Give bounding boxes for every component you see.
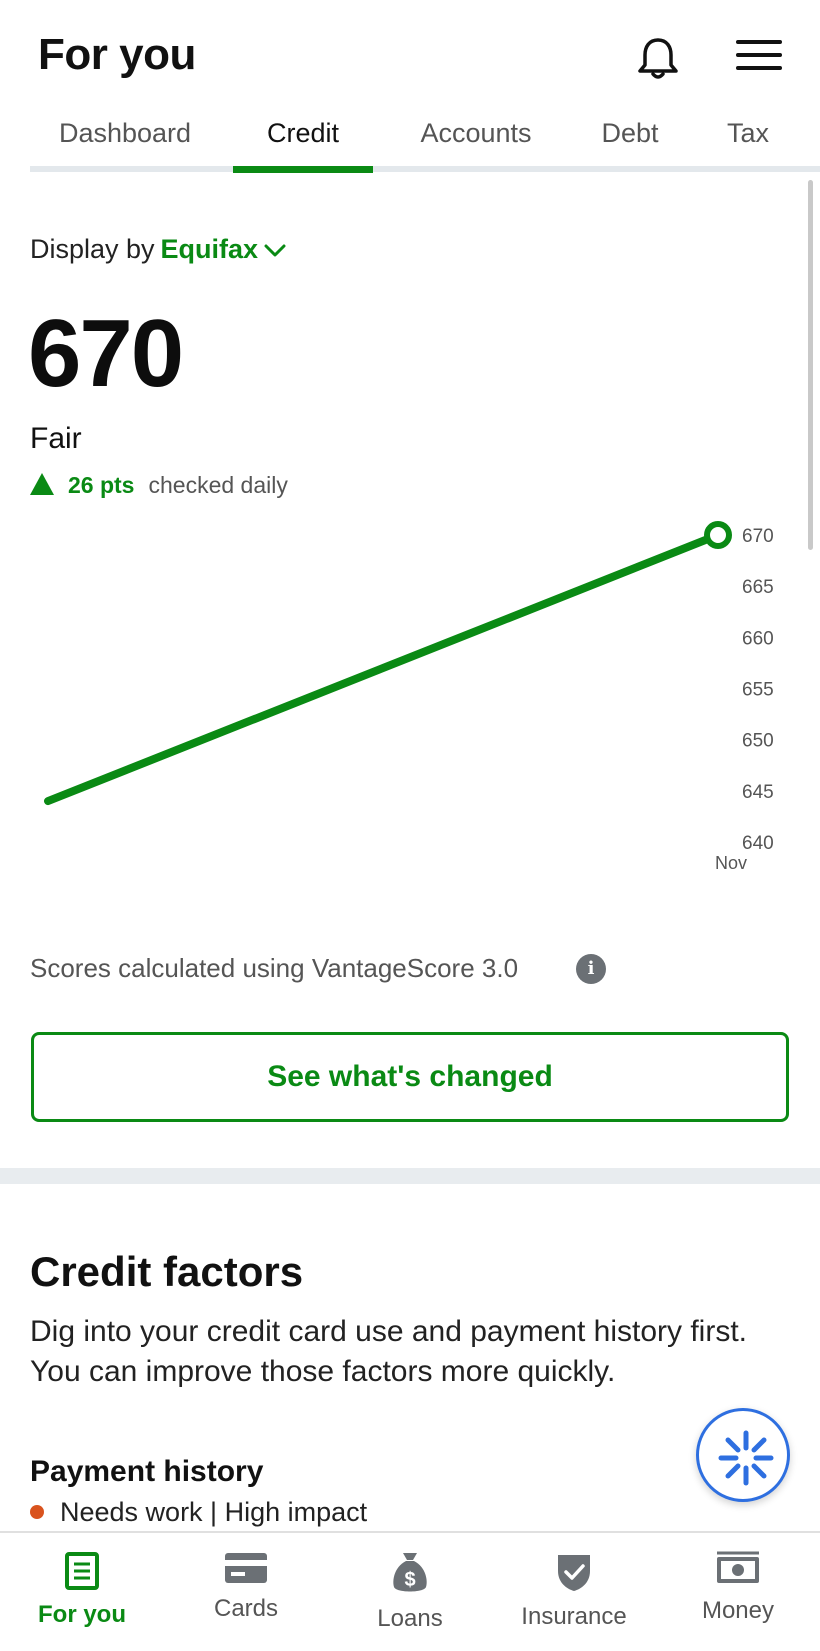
svg-text:$: $ <box>404 1569 415 1591</box>
document-icon <box>65 1552 99 1590</box>
info-icon[interactable]: i <box>576 954 606 984</box>
score-history-chart: 670 665 660 655 650 645 640Nov <box>44 521 774 873</box>
update-frequency: checked daily <box>148 472 288 498</box>
y-tick-label: 650 <box>742 731 774 752</box>
y-tick-label: 660 <box>742 628 774 649</box>
scoring-model-note: Scores calculated using VantageScore 3.0 <box>30 953 519 983</box>
factor-name-payment-history[interactable]: Payment history <box>30 1455 263 1489</box>
credit-factors-description: Dig into your credit card use and paymen… <box>30 1315 747 1388</box>
assistant-button[interactable] <box>696 1408 790 1502</box>
page-title: For you <box>38 30 196 79</box>
chevron-down-icon[interactable] <box>264 244 286 258</box>
factor-status-text: Needs work | High impact <box>60 1497 368 1527</box>
nav-insurance[interactable]: Insurance <box>492 1543 656 1643</box>
nav-label-money: Money <box>701 1597 775 1624</box>
nav-label-cards: Cards <box>213 1595 279 1622</box>
credit-card-icon <box>225 1553 267 1583</box>
tab-debt[interactable]: Debt <box>580 108 680 172</box>
nav-for-you[interactable]: For you <box>0 1543 164 1643</box>
app-header: For you Dashboard Credit Accounts Debt T… <box>0 0 820 176</box>
y-tick-label: 655 <box>742 680 774 701</box>
score-change-row: 26 pts checked daily <box>30 472 288 499</box>
section-divider <box>0 1168 820 1184</box>
sparkle-icon <box>718 1430 774 1486</box>
nav-label-loans: Loans <box>377 1605 443 1632</box>
bureau-name[interactable]: Equifax <box>161 234 259 264</box>
hamburger-menu-icon[interactable] <box>736 40 782 76</box>
tab-accounts[interactable]: Accounts <box>396 108 556 172</box>
y-tick-label: 670 <box>742 526 774 547</box>
scrollbar[interactable] <box>808 180 813 550</box>
bottom-nav: For you Cards $ Loans Insurance Money <box>0 1531 820 1651</box>
y-tick-label: 640 <box>742 833 774 854</box>
x-tick-label: Nov <box>715 853 747 873</box>
nav-label-insurance: Insurance <box>521 1603 627 1630</box>
nav-cards[interactable]: Cards <box>164 1543 328 1643</box>
tab-bar: Dashboard Credit Accounts Debt Tax <box>30 108 820 173</box>
credit-score-value: 670 <box>28 300 184 407</box>
active-tab-indicator <box>233 166 373 173</box>
display-by-label: Display by <box>30 234 155 264</box>
tab-credit[interactable]: Credit <box>233 108 373 172</box>
nav-money[interactable]: Money <box>656 1543 820 1643</box>
up-arrow-icon <box>30 473 54 495</box>
bell-icon[interactable] <box>636 36 680 82</box>
cash-icon <box>717 1551 759 1583</box>
nav-loans[interactable]: $ Loans <box>328 1543 492 1643</box>
score-change: 26 pts <box>68 472 135 498</box>
credit-factors-title: Credit factors <box>30 1248 304 1295</box>
tab-dashboard[interactable]: Dashboard <box>30 108 220 172</box>
score-line <box>44 531 722 806</box>
nav-label-for-you: For you <box>38 1601 126 1628</box>
money-bag-icon: $ <box>393 1553 427 1592</box>
credit-score-rating: Fair <box>30 422 82 455</box>
tab-tax[interactable]: Tax <box>698 108 798 172</box>
shield-icon <box>558 1555 590 1591</box>
bureau-selector[interactable]: Display by Equifax <box>30 234 286 265</box>
y-tick-label: 665 <box>742 577 774 598</box>
see-whats-changed-button[interactable]: See what's changed <box>31 1032 789 1122</box>
latest-score-point[interactable] <box>704 521 732 549</box>
factor-status: Needs work | High impact <box>30 1497 367 1528</box>
y-tick-label: 645 <box>742 782 774 803</box>
status-dot <box>30 1505 44 1519</box>
